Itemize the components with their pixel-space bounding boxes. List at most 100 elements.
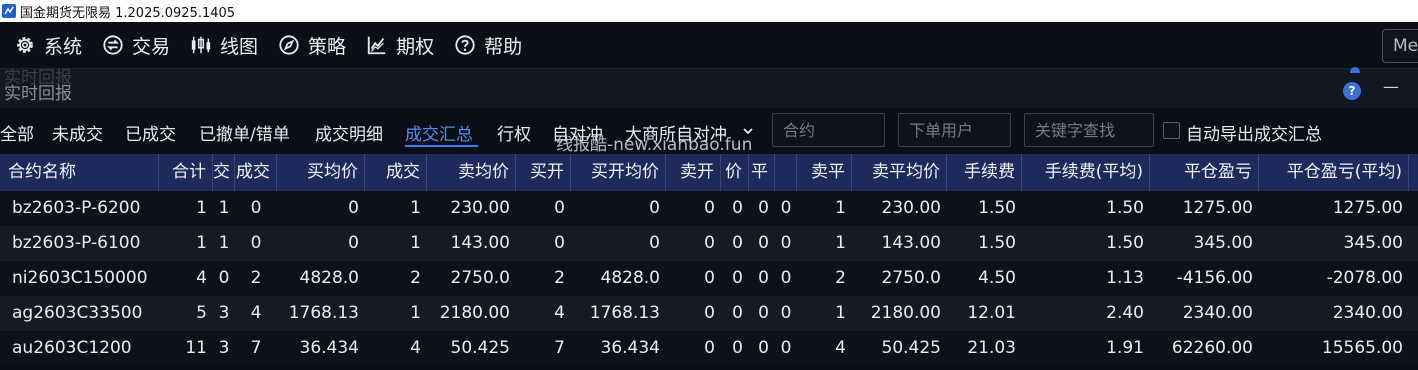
table-cell: 345.00 (1193, 233, 1253, 253)
menu-item-trade[interactable]: 交易 (92, 22, 180, 68)
table-cell: 7 (554, 338, 565, 358)
candlestick-icon (191, 36, 211, 54)
table-cell: 1 (196, 233, 207, 253)
tab-exercise[interactable]: 行权 (497, 120, 531, 145)
window-titlebar: 国金期货无限易 1.2025.0925.1405 (0, 0, 1418, 22)
minimize-button[interactable]: — (1383, 77, 1399, 97)
table-cell: 12.01 (967, 303, 1016, 323)
tab-self-hedge[interactable]: 自对冲 (552, 120, 603, 145)
table-cell: 1.13 (1106, 268, 1144, 288)
tab-all[interactable]: 全部 (0, 120, 34, 145)
table-cell: 0 (758, 198, 769, 218)
table-cell: 15565.00 (1321, 338, 1403, 358)
tab-trade-detail[interactable]: 成交明细 (315, 120, 383, 145)
panel-title: 实时回报 (4, 84, 72, 104)
table-cell: 1 (218, 198, 230, 218)
table-cell: 0 (780, 268, 792, 288)
panel-header: 实时回报 实时回报 ? — (0, 67, 1418, 108)
table-cell: 143.00 (881, 233, 941, 253)
tab-trade-summary[interactable]: 成交汇总 (405, 120, 473, 145)
menu-item-strategy[interactable]: 策略 (268, 22, 356, 68)
column-header[interactable]: 平仓盈亏 (1150, 154, 1259, 191)
table-cell: bz2603-P-6200 (12, 198, 141, 218)
tab-dce-self-hedge[interactable]: 大商所自对冲 (625, 120, 727, 145)
table-cell: 5 (196, 303, 207, 323)
table-cell: 0 (732, 338, 743, 358)
active-tab-indicator (405, 145, 478, 147)
menu-item-options[interactable]: 期权 (356, 22, 444, 68)
table-row[interactable]: ni2603C150000 4 0 2 4828.0 2 2750.0 2 4828.0 0 0 0 0… (0, 261, 1418, 296)
help-circle-icon (455, 35, 475, 55)
table-cell: 0 (554, 233, 565, 253)
table-cell: 2 (554, 268, 565, 288)
contract-filter-input[interactable] (772, 113, 885, 147)
table-cell: 4 (196, 268, 207, 288)
column-header[interactable]: 买开均价 (571, 154, 666, 191)
table-cell: 1.50 (978, 233, 1016, 253)
table-cell: 143.00 (450, 233, 510, 253)
table-cell: 2 (410, 268, 421, 288)
menu-item-system[interactable]: 系统 (0, 22, 92, 68)
table-row[interactable]: bz2603-P-6200 1 1 0 0 1 230.00 0 0 0 0 0 0 1 230.00 1.5… (0, 191, 1418, 226)
filter-bar: 全部 未成交 已成交 已撤单/错单 成交明细 成交汇总 行权 自对冲 大商所自对… (0, 108, 1418, 155)
menu-label: 线图 (220, 35, 259, 58)
table-row[interactable]: ag2603C33500 5 3 4 1768.13 1 2180.00 4 1768.13 0 0… (0, 296, 1418, 331)
order-user-filter-input[interactable] (898, 113, 1011, 147)
column-header[interactable]: 买均价 (277, 154, 365, 191)
keyword-search-input[interactable] (1024, 113, 1154, 147)
global-search-input[interactable]: Me (1382, 29, 1418, 63)
menu-label: 帮助 (484, 35, 523, 58)
column-header[interactable]: 卖开 (666, 154, 721, 191)
table-cell: 4 (554, 303, 565, 323)
table-cell: 1275.00 (1332, 198, 1403, 218)
column-header[interactable]: 卖平均价 (852, 154, 947, 191)
table-cell: 2.40 (1106, 303, 1144, 323)
table-cell: 1768.13 (288, 303, 359, 323)
column-header[interactable]: 成交 (365, 154, 427, 191)
column-header[interactable]: 买开 (516, 154, 571, 191)
column-header[interactable] (775, 154, 797, 191)
column-header[interactable]: 平 (749, 154, 775, 191)
column-header[interactable]: 卖平 (797, 154, 852, 191)
auto-export-checkbox[interactable] (1163, 122, 1180, 139)
table-cell: ag2603C33500 (12, 303, 143, 323)
table-cell: 0 (780, 198, 792, 218)
tab-unfilled[interactable]: 未成交 (52, 120, 103, 145)
column-header[interactable]: 卖均价 (427, 154, 516, 191)
column-header[interactable]: 手续费(平均) (1022, 154, 1150, 191)
gear-icon (17, 37, 33, 53)
column-header[interactable]: 交 (213, 154, 235, 191)
column-header[interactable]: 成交 (235, 154, 277, 191)
tab-cancelled[interactable]: 已撤单/错单 (199, 120, 290, 145)
table-cell: -4156.00 (1176, 268, 1253, 288)
column-header[interactable]: 价 (721, 154, 749, 191)
menu-item-chart[interactable]: 线图 (180, 22, 268, 68)
menu-bar: 系统 交易 线图 策略 期权 帮助 Me (0, 22, 1418, 68)
table-cell: 36.434 (299, 338, 359, 358)
table-cell: 2180.00 (439, 303, 510, 323)
exchange-icon (103, 35, 123, 55)
table-cell: 62260.00 (1171, 338, 1253, 358)
table-cell: 230.00 (881, 198, 941, 218)
table-cell: 0 (704, 303, 715, 323)
table-cell: 4 (410, 338, 421, 358)
table-cell: 0 (758, 233, 769, 253)
table-cell: 11 (185, 338, 207, 358)
table-cell: 2 (250, 268, 262, 288)
table-cell: 50.425 (881, 338, 941, 358)
help-button[interactable]: ? (1343, 82, 1361, 100)
column-header[interactable]: 合计 (159, 154, 213, 191)
column-header[interactable]: 平仓盈亏(平均) (1259, 154, 1409, 191)
chevron-down-icon[interactable] (742, 125, 754, 137)
column-header[interactable]: 合约名称 (0, 154, 159, 191)
auto-export-label: 自动导出成交汇总 (1186, 125, 1322, 145)
menu-item-help[interactable]: 帮助 (444, 22, 532, 68)
column-header[interactable]: 手续费 (947, 154, 1022, 191)
table-cell: 1 (410, 303, 421, 323)
table-cell: 1 (196, 198, 207, 218)
table-row[interactable]: bz2603-P-6100 1 1 0 0 1 143.00 0 0 0 0 0 0 1 143.00 1.5… (0, 226, 1418, 261)
tab-filled[interactable]: 已成交 (125, 120, 176, 145)
table-cell: 4828.0 (299, 268, 359, 288)
table-cell: 0 (649, 198, 660, 218)
table-row[interactable]: au2603C1200 11 3 7 36.434 4 50.425 7 36.434 0 0 0 0 4… (0, 331, 1418, 366)
